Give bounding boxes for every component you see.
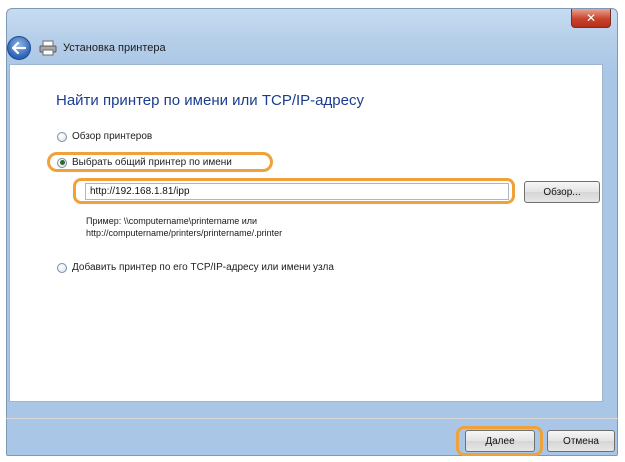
cancel-button[interactable]: Отмена [547,430,615,452]
radio-select-shared-printer[interactable]: Выбрать общий принтер по имени [57,157,232,168]
radio-button[interactable] [57,262,67,273]
printer-path-input[interactable] [85,183,509,200]
page-heading: Найти принтер по имени или TCP/IP-адресу [56,92,364,109]
window-title: Установка принтера [63,42,166,54]
back-arrow-icon [12,42,26,54]
close-button[interactable]: ✕ [571,9,611,28]
printer-icon [39,40,57,56]
example-line: http://computername/printers/printername… [86,228,283,238]
footer-divider [6,418,618,419]
radio-label: Добавить принтер по его TCP/IP-адресу ил… [72,262,334,273]
next-button[interactable]: Далее [465,430,535,452]
radio-browse-printers[interactable]: Обзор принтеров [57,131,152,142]
browse-button[interactable]: Обзор... [524,181,600,203]
radio-button[interactable] [57,131,67,142]
radio-tcpip-address[interactable]: Добавить принтер по его TCP/IP-адресу ил… [57,262,334,273]
example-line: Пример: \\computername\printername или [86,216,258,226]
radio-label: Выбрать общий принтер по имени [72,157,232,168]
radio-label: Обзор принтеров [72,131,153,142]
close-icon: ✕ [585,11,597,25]
radio-button[interactable] [57,157,67,168]
back-button[interactable] [7,36,31,60]
example-text: Пример: \\computername\printername или h… [86,215,282,239]
